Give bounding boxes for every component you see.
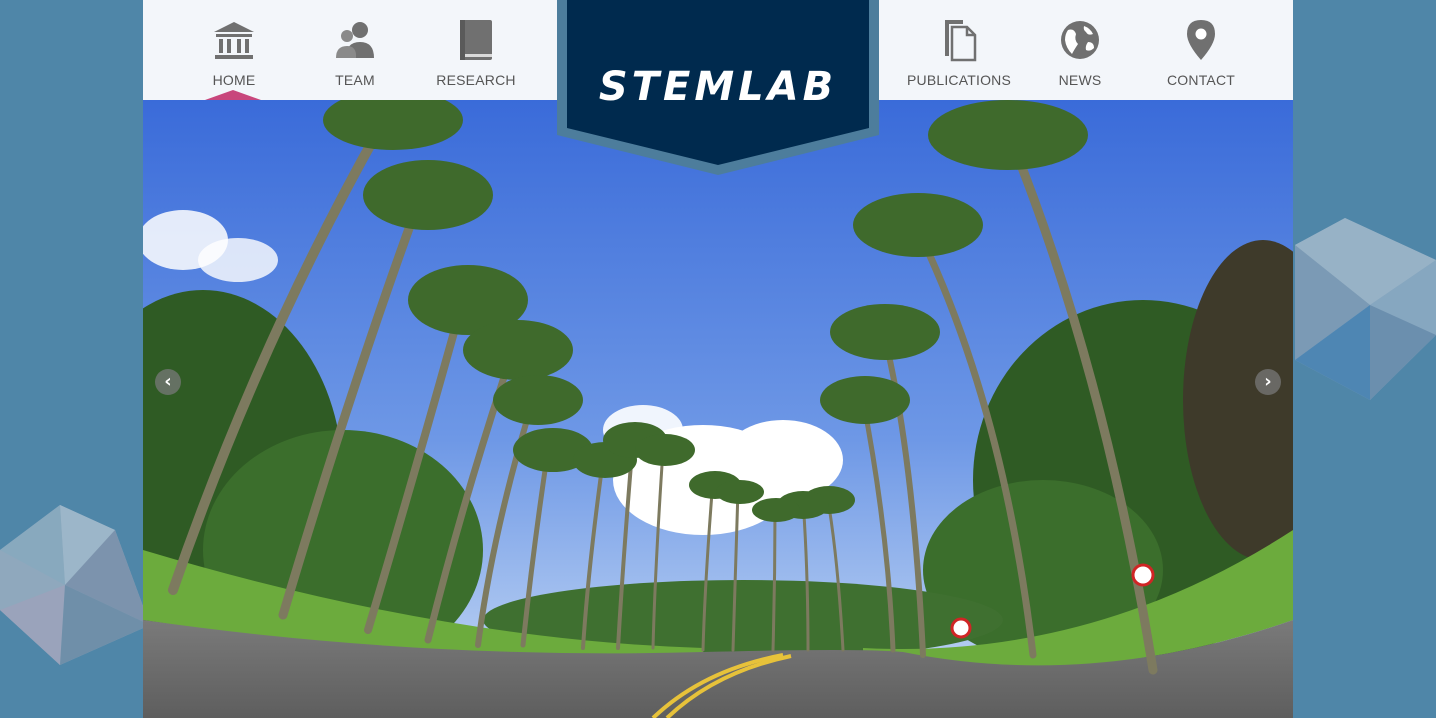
nav-label-publications: PUBLICATIONS (906, 72, 1012, 88)
site-logo[interactable]: STEMLAB (557, 0, 879, 175)
bank-icon (214, 22, 254, 59)
hero-slide-image (143, 100, 1293, 718)
nav-item-home[interactable]: HOME (179, 0, 289, 100)
nav-label-contact: CONTACT (1166, 72, 1236, 88)
carousel-prev-button[interactable]: ‹ (155, 369, 181, 395)
documents-icon (945, 20, 977, 62)
book-icon (460, 20, 492, 60)
nav-item-team[interactable]: TEAM (300, 0, 410, 100)
carousel-next-button[interactable]: › (1255, 369, 1281, 395)
globe-icon (1061, 21, 1099, 59)
nav-item-research[interactable]: RESEARCH (421, 0, 531, 100)
nav-label-research: RESEARCH (436, 72, 516, 88)
nav-label-team: TEAM (335, 72, 375, 88)
nav-item-publications[interactable]: PUBLICATIONS (904, 0, 1014, 100)
chevron-left-icon: ‹ (164, 371, 172, 392)
active-nav-marker (205, 90, 261, 100)
nav-item-news[interactable]: NEWS (1025, 0, 1135, 100)
chevron-right-icon: › (1264, 371, 1272, 392)
nav-label-home: HOME (212, 72, 256, 88)
page-frame: HOME TEAM RESEARCH PUBLICATIONS NEWS CON… (143, 0, 1293, 718)
map-pin-icon (1187, 20, 1215, 60)
logo-text: STEMLAB (598, 64, 838, 110)
team-icon (336, 22, 374, 58)
nav-label-news: NEWS (1058, 72, 1102, 88)
decorative-polygon-left (0, 505, 150, 665)
nav-item-contact[interactable]: CONTACT (1146, 0, 1256, 100)
decorative-polygon-right (1295, 218, 1436, 400)
